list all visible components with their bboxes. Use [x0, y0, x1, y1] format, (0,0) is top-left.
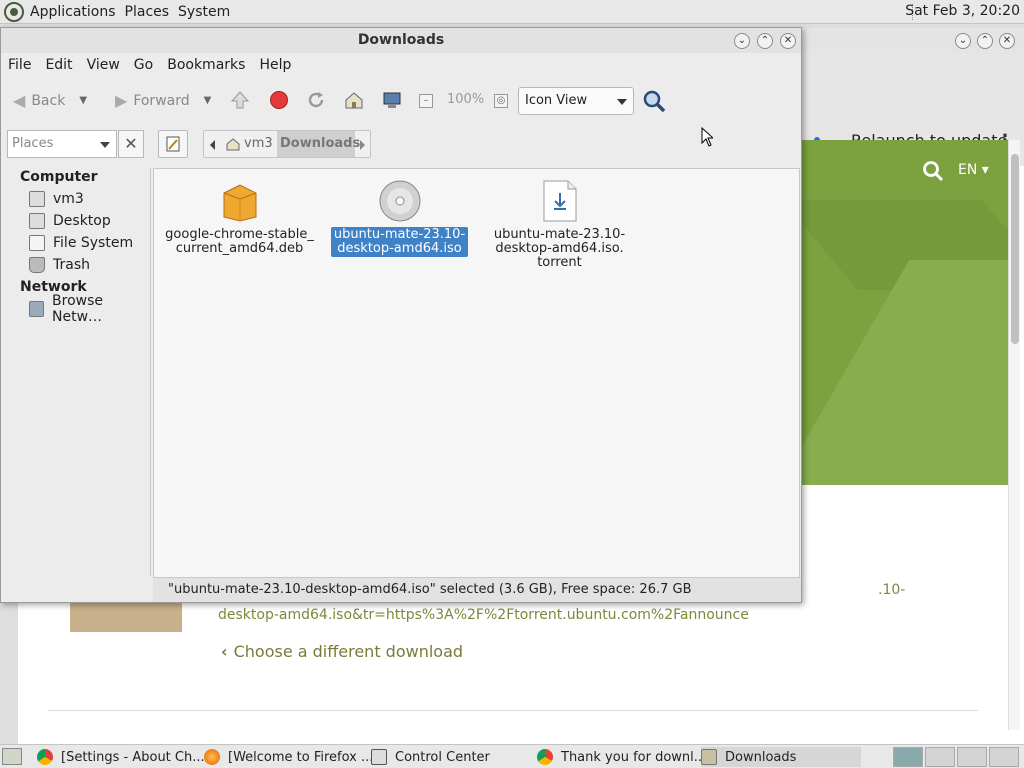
stop-icon[interactable]: [269, 90, 289, 110]
divider: [48, 710, 978, 711]
taskbar: [Settings - About Ch... [Welcome to Fire…: [0, 744, 1024, 768]
sidebar-item-desktop[interactable]: Desktop: [29, 211, 111, 231]
maximize-button[interactable]: ⌃: [757, 33, 773, 49]
chrome-icon: [537, 749, 553, 765]
workspace-4[interactable]: [989, 747, 1019, 767]
sidebar-item-file-system[interactable]: File System: [29, 233, 133, 253]
mate-logo-icon[interactable]: [4, 1, 24, 22]
disc-image-icon: [379, 180, 420, 222]
zoom-in-button[interactable]: ◎: [494, 94, 508, 108]
task-firefox[interactable]: [Welcome to Firefox ...: [204, 747, 373, 767]
menu-edit[interactable]: Edit: [45, 57, 72, 73]
download-thumbnail: [70, 598, 182, 632]
places-select[interactable]: Places: [7, 130, 117, 158]
arrow-left-icon: ◀: [13, 91, 26, 110]
home-folder-icon: [29, 191, 45, 207]
up-arrow-icon[interactable]: [230, 90, 250, 110]
search-icon[interactable]: [642, 89, 666, 113]
drive-icon: [29, 235, 45, 251]
torrent-file-icon: [543, 180, 576, 222]
mouse-cursor-icon: [701, 127, 713, 147]
top-panel: Applications Places System Sat Feb 3, 20…: [0, 0, 1024, 24]
package-icon: [223, 184, 256, 222]
back-button[interactable]: ◀ Back ▼: [13, 91, 87, 110]
toggle-location-entry-button[interactable]: [158, 130, 188, 158]
hero-banner: [800, 140, 1008, 485]
task-settings-chrome[interactable]: [Settings - About Ch...: [37, 747, 205, 767]
sidebar-item-trash[interactable]: Trash: [29, 255, 90, 275]
computer-icon[interactable]: [382, 90, 402, 110]
language-selector[interactable]: EN ▾: [958, 162, 989, 178]
maximize-button[interactable]: ⌃: [977, 33, 993, 49]
forward-button[interactable]: ▶ Forward ▼: [115, 91, 211, 110]
arrow-right-icon: ▶: [115, 91, 128, 110]
menu-go[interactable]: Go: [134, 57, 153, 73]
network-icon: [29, 301, 45, 317]
status-bar: "ubuntu-mate-23.10-desktop-amd64.iso" se…: [153, 578, 801, 602]
zoom-level: 100%: [447, 92, 485, 107]
file-item-selected[interactable]: ubuntu-mate-23.10- desktop-amd64.iso: [322, 179, 477, 257]
task-downloads[interactable]: Downloads: [701, 747, 861, 767]
reload-icon[interactable]: [306, 90, 326, 110]
clock[interactable]: Sat Feb 3, 20:20: [905, 3, 1020, 19]
task-thank-you-chrome[interactable]: Thank you for downl...: [537, 747, 706, 767]
breadcrumb-vm3[interactable]: vm3: [244, 136, 273, 151]
close-pane-button[interactable]: ✕: [118, 130, 144, 158]
close-button[interactable]: ✕: [999, 33, 1015, 49]
chevron-left-icon: ‹: [221, 642, 228, 661]
places-menu[interactable]: Places: [125, 4, 170, 20]
menubar: File Edit View Go Bookmarks Help: [1, 53, 801, 77]
task-control-center[interactable]: Control Center: [371, 747, 490, 767]
file-manager-window: Downloads ⌄ ⌃ ✕ File Edit View Go Bookma…: [0, 27, 802, 603]
breadcrumb: vm3 Downloads: [203, 130, 371, 158]
close-button[interactable]: ✕: [780, 33, 796, 49]
sidebar-item-vm3[interactable]: vm3: [29, 189, 84, 209]
file-view[interactable]: google-chrome-stable_ current_amd64.deb …: [153, 168, 800, 578]
sidebar: Computer vm3 Desktop File System Trash N…: [3, 168, 151, 576]
control-center-icon: [371, 749, 387, 765]
menu-file[interactable]: File: [8, 57, 31, 73]
workspace-3[interactable]: [957, 747, 987, 767]
edit-icon: [166, 136, 180, 152]
scrollbar[interactable]: [1008, 140, 1020, 730]
forward-history-dropdown[interactable]: ▼: [204, 95, 212, 106]
breadcrumb-left-icon[interactable]: [210, 140, 215, 150]
chrome-icon: [37, 749, 53, 765]
zoom-out-button[interactable]: –: [419, 94, 433, 108]
minimize-button[interactable]: ⌄: [955, 33, 971, 49]
file-item[interactable]: google-chrome-stable_ current_amd64.deb: [162, 181, 317, 257]
trash-icon: [29, 257, 45, 273]
breadcrumb-right-icon[interactable]: [360, 140, 365, 150]
firefox-icon: [204, 749, 220, 765]
file-item[interactable]: ubuntu-mate-23.10- desktop-amd64.iso. to…: [482, 179, 637, 271]
choose-download-link[interactable]: ‹ Choose a different download: [221, 642, 463, 661]
home-icon: [226, 138, 240, 151]
show-desktop-icon[interactable]: [2, 748, 22, 765]
menu-bookmarks[interactable]: Bookmarks: [167, 57, 245, 73]
window-title: Downloads: [1, 28, 801, 53]
back-history-dropdown[interactable]: ▼: [79, 95, 87, 106]
sidebar-item-browse-network[interactable]: Browse Netw…: [29, 293, 150, 325]
breadcrumb-downloads[interactable]: Downloads: [277, 131, 360, 157]
search-icon[interactable]: [922, 160, 944, 182]
menu-view[interactable]: View: [87, 57, 120, 73]
home-icon[interactable]: [344, 90, 364, 110]
workspace-2[interactable]: [925, 747, 955, 767]
system-menu[interactable]: System: [178, 4, 230, 20]
minimize-button[interactable]: ⌄: [734, 33, 750, 49]
location-bar: Places ✕ vm3 Downloads: [1, 126, 801, 168]
sidebar-heading-computer: Computer: [20, 169, 98, 185]
applications-menu[interactable]: Applications: [30, 4, 116, 20]
workspace-1[interactable]: [893, 747, 923, 767]
menu-help[interactable]: Help: [259, 57, 291, 73]
desktop-folder-icon: [29, 213, 45, 229]
view-mode-select[interactable]: Icon View: [518, 87, 634, 115]
folder-icon: [701, 749, 717, 765]
